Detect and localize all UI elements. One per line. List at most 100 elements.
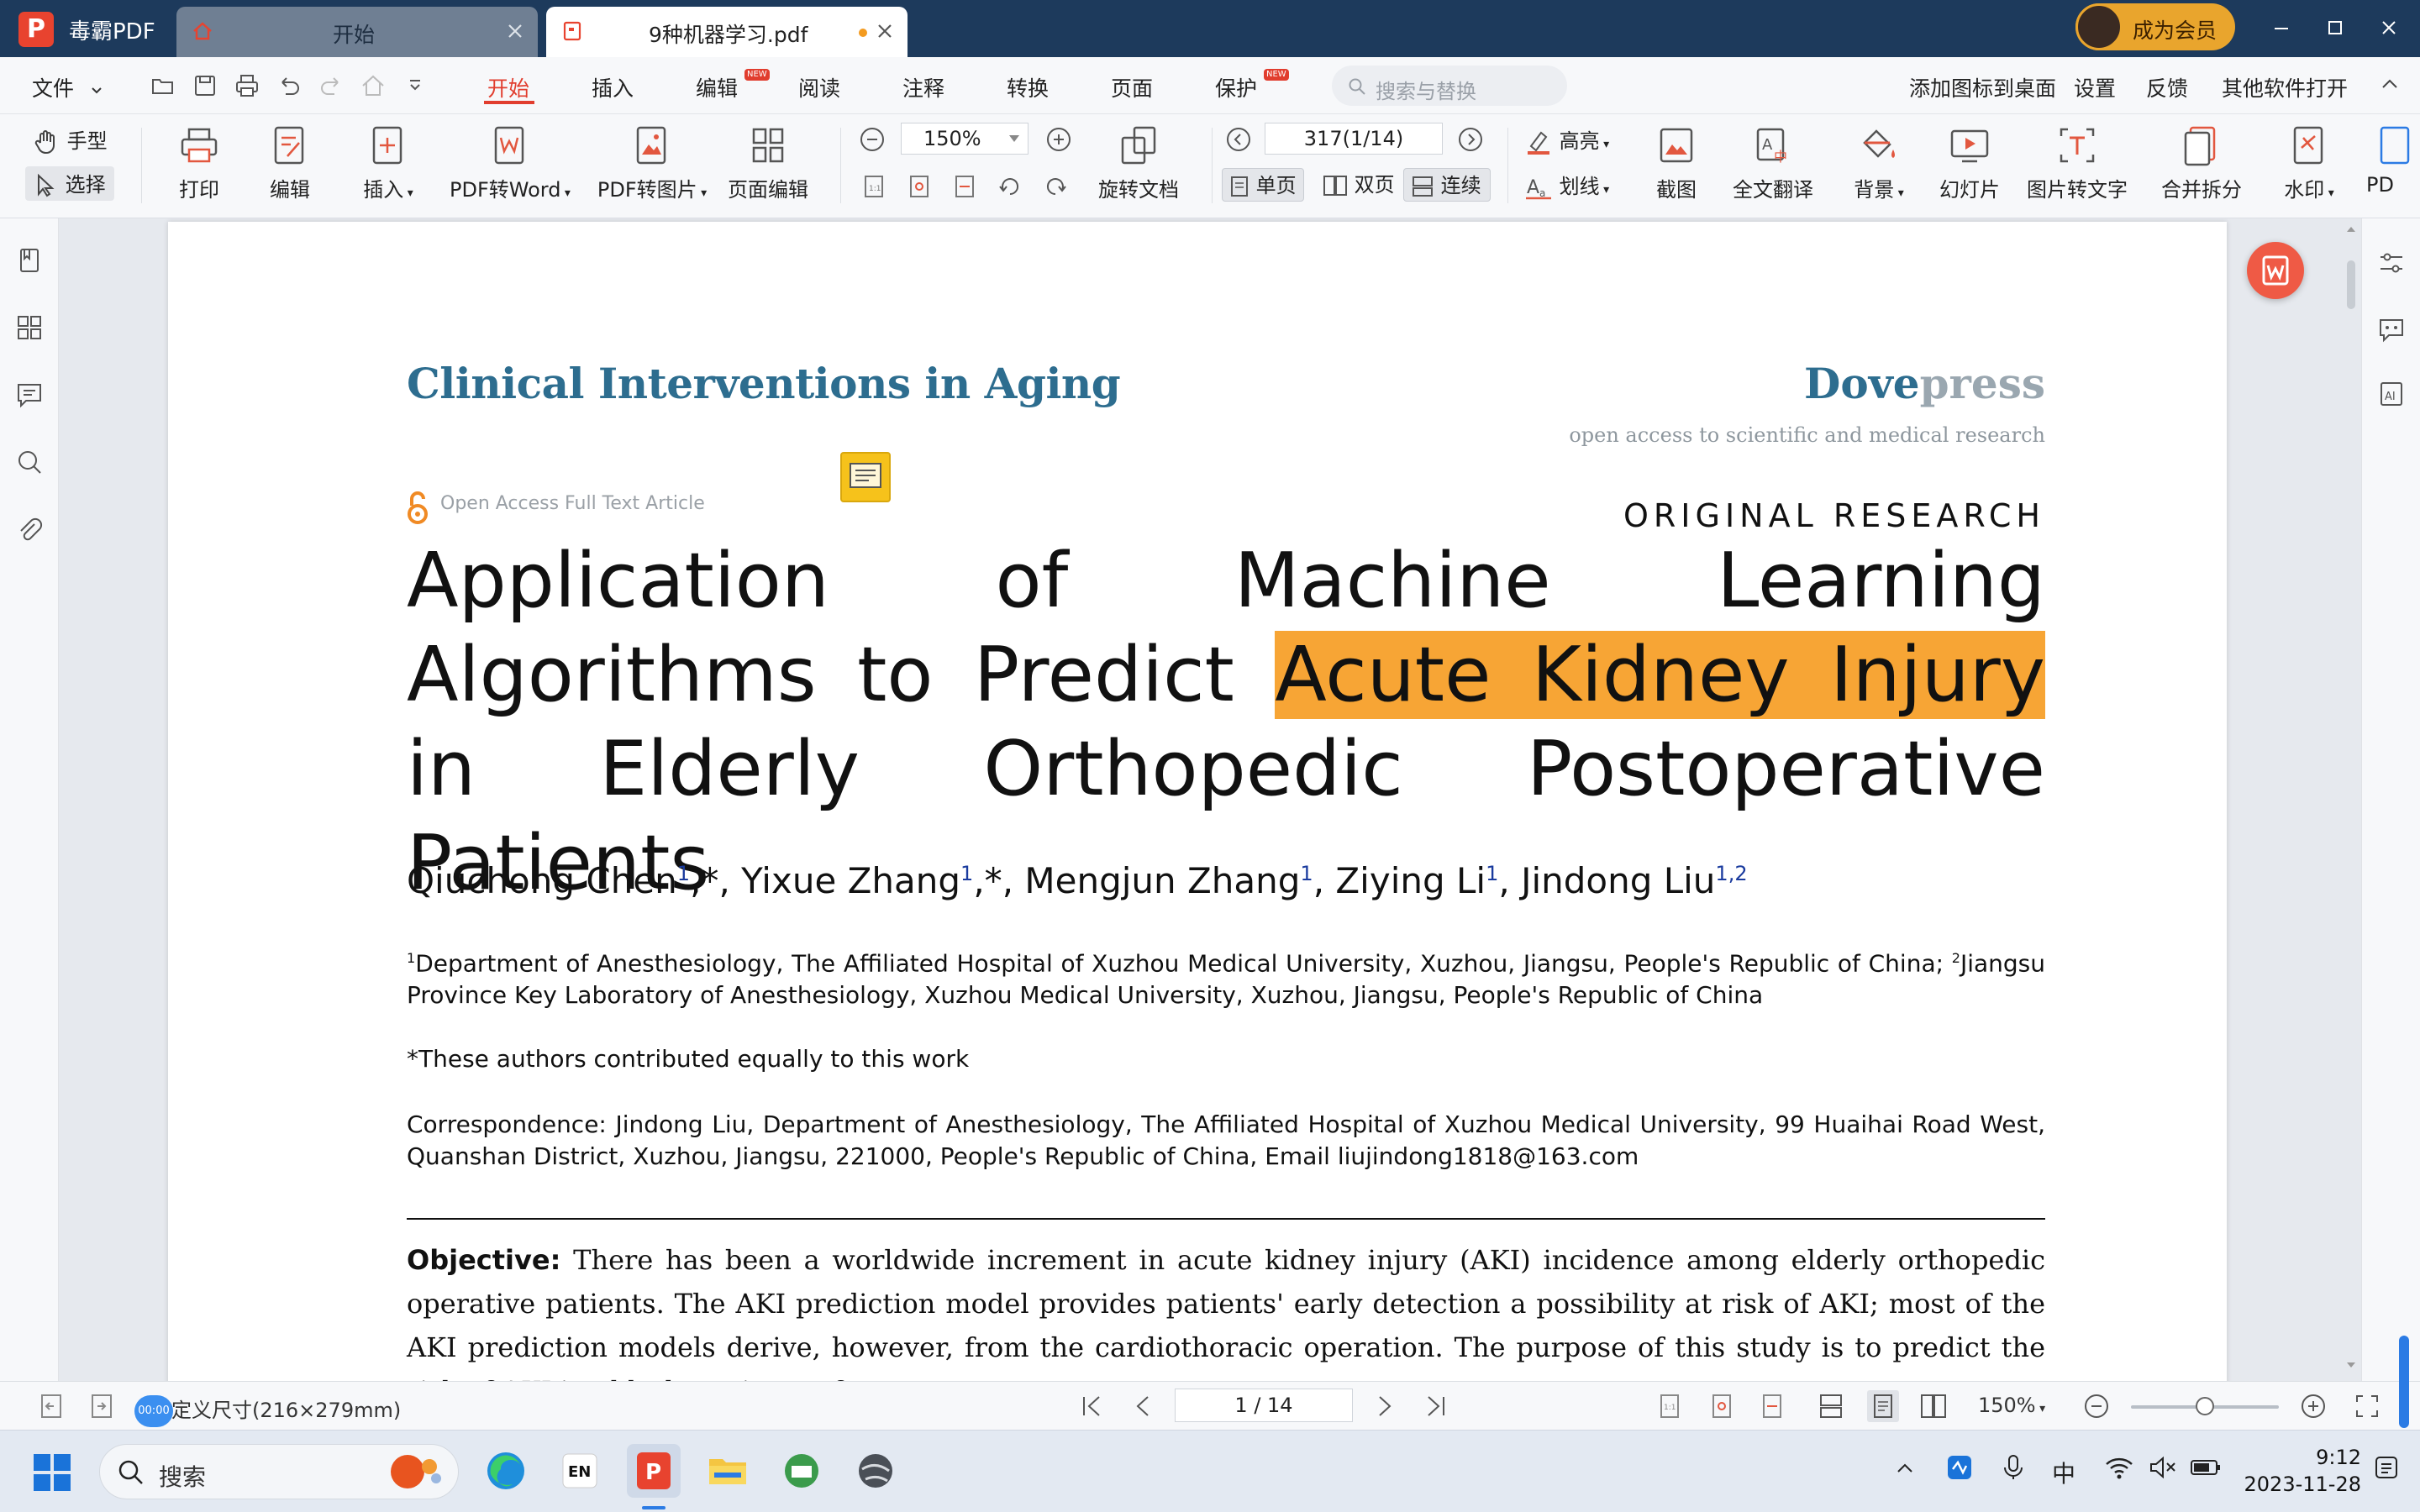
ai-icon[interactable]: AI bbox=[2377, 380, 2406, 408]
globe-app-icon[interactable] bbox=[849, 1444, 902, 1498]
sticky-note-icon[interactable] bbox=[840, 452, 891, 502]
bookmark-icon[interactable] bbox=[14, 245, 45, 276]
single-page-view-icon[interactable] bbox=[1867, 1390, 1899, 1422]
last-page-icon[interactable] bbox=[1422, 1392, 1450, 1420]
page-navigation-input[interactable]: 1 / 14 bbox=[1175, 1389, 1353, 1422]
customize-dropdown-icon[interactable] bbox=[402, 72, 429, 99]
settings-link[interactable]: 设置 bbox=[2074, 72, 2116, 102]
zoom-out-icon[interactable] bbox=[859, 126, 886, 153]
rotate-right-icon[interactable] bbox=[1042, 173, 1069, 200]
image-to-text-button[interactable]: 图片转文字 bbox=[2023, 123, 2131, 202]
highlight-tool[interactable]: 高亮 ▾ bbox=[1524, 124, 1609, 156]
comments-icon[interactable] bbox=[14, 380, 45, 410]
undo-icon[interactable] bbox=[276, 72, 302, 99]
zoom-in-icon[interactable] bbox=[2299, 1392, 2328, 1420]
double-page-view[interactable]: 双页 bbox=[1319, 168, 1397, 202]
strikethrough-tool[interactable]: Aa 划线 ▾ bbox=[1524, 170, 1609, 202]
pdf-app-taskbar-icon[interactable]: P bbox=[627, 1444, 681, 1498]
menu-insert[interactable]: 插入 bbox=[592, 72, 634, 102]
microphone-icon[interactable] bbox=[2000, 1452, 2027, 1483]
menu-edit[interactable]: 编辑 bbox=[696, 72, 738, 102]
previous-page-icon[interactable] bbox=[1129, 1392, 1158, 1420]
search-replace-input[interactable]: 搜索与替换 bbox=[1332, 66, 1567, 106]
double-page-view-icon[interactable] bbox=[1919, 1392, 1948, 1420]
ime-mode[interactable]: 中 bbox=[2052, 1456, 2075, 1489]
home-icon[interactable] bbox=[360, 72, 387, 99]
next-view-icon[interactable] bbox=[87, 1392, 116, 1420]
maximize-icon[interactable] bbox=[2323, 15, 2348, 40]
print-icon[interactable] bbox=[234, 72, 260, 99]
merge-split-button[interactable]: 合并拆分 bbox=[2158, 123, 2245, 202]
fit-page-icon[interactable] bbox=[1707, 1392, 1736, 1420]
continuous-view[interactable]: 连续 bbox=[1403, 168, 1491, 202]
menu-convert[interactable]: 转换 bbox=[1007, 72, 1049, 102]
thumbnails-icon[interactable] bbox=[14, 312, 45, 343]
open-with-other-link[interactable]: 其他软件打开 bbox=[2222, 72, 2348, 102]
page-number-input[interactable]: 317(1/14) bbox=[1265, 123, 1443, 155]
taskbar-search[interactable]: 搜索 bbox=[99, 1444, 459, 1499]
next-page-icon[interactable] bbox=[1370, 1392, 1398, 1420]
background-button[interactable]: 背景 ▾ bbox=[1845, 123, 1912, 202]
fit-width-icon[interactable] bbox=[1758, 1392, 1786, 1420]
insert-button[interactable]: 插入 ▾ bbox=[356, 123, 420, 202]
tab-document[interactable]: 9种机器学习.pdf bbox=[546, 7, 908, 57]
open-icon[interactable] bbox=[150, 72, 176, 99]
become-member-button[interactable]: 成为会员 bbox=[2075, 3, 2235, 50]
attachment-icon[interactable] bbox=[14, 514, 45, 544]
wifi-icon[interactable] bbox=[2104, 1454, 2134, 1481]
green-app-icon[interactable] bbox=[775, 1444, 829, 1498]
hand-tool[interactable]: 手型 bbox=[32, 124, 108, 156]
scroll-down-icon[interactable] bbox=[2346, 1361, 2356, 1369]
tab-start[interactable]: 开始 bbox=[176, 7, 538, 57]
rotate-document-button[interactable]: 旋转文档 bbox=[1092, 123, 1185, 202]
highlighted-text[interactable]: Acute Kidney Injury bbox=[1275, 631, 2045, 719]
notification-icon[interactable] bbox=[2371, 1452, 2402, 1483]
add-desktop-icon-link[interactable]: 添加图标到桌面 bbox=[1909, 72, 2056, 102]
properties-sliders-icon[interactable] bbox=[2377, 249, 2406, 277]
select-tool[interactable]: 选择 bbox=[25, 166, 114, 201]
close-icon[interactable] bbox=[872, 18, 897, 44]
menu-start[interactable]: 开始 bbox=[487, 72, 529, 102]
slideshow-button[interactable]: 幻灯片 bbox=[1938, 123, 2002, 202]
next-page-icon[interactable] bbox=[1457, 126, 1484, 153]
feedback-link[interactable]: 反馈 bbox=[2146, 72, 2188, 102]
pdf-to-word-button[interactable]: PDF转Word ▾ bbox=[447, 123, 573, 202]
save-icon[interactable] bbox=[192, 72, 218, 99]
fit-width-icon[interactable] bbox=[951, 173, 978, 200]
vertical-scrollbar[interactable] bbox=[2341, 218, 2361, 1381]
fullscreen-icon[interactable] bbox=[2353, 1392, 2381, 1420]
zoom-select[interactable]: 150% bbox=[901, 123, 1028, 155]
print-button[interactable]: 打印 bbox=[171, 123, 227, 202]
fit-page-icon[interactable] bbox=[906, 173, 933, 200]
menu-protect[interactable]: 保护 bbox=[1215, 72, 1257, 102]
scroll-up-icon[interactable] bbox=[2346, 225, 2356, 234]
more-tools-button[interactable]: PD bbox=[2366, 123, 2417, 197]
continuous-view-icon[interactable] bbox=[1817, 1392, 1845, 1420]
zoom-in-icon[interactable] bbox=[1045, 126, 1072, 153]
windows-start-icon[interactable] bbox=[32, 1452, 72, 1493]
file-explorer-icon[interactable] bbox=[701, 1444, 755, 1498]
collapse-ribbon-icon[interactable] bbox=[2378, 72, 2402, 96]
chat-assistant-icon[interactable] bbox=[2377, 316, 2406, 344]
minimize-icon[interactable] bbox=[2269, 15, 2294, 40]
zoom-out-icon[interactable] bbox=[2082, 1392, 2111, 1420]
edit-button[interactable]: 编辑 bbox=[262, 123, 318, 202]
floating-convert-button[interactable] bbox=[2247, 242, 2304, 299]
search-icon[interactable] bbox=[14, 447, 45, 477]
previous-view-icon[interactable] bbox=[37, 1392, 66, 1420]
speaker-muted-icon[interactable] bbox=[2148, 1454, 2178, 1481]
previous-page-icon[interactable] bbox=[1225, 126, 1252, 153]
actual-size-icon[interactable]: 1:1 bbox=[1655, 1392, 1684, 1420]
document-viewport[interactable]: Clinical Interventions in Aging Dovepres… bbox=[59, 218, 2361, 1381]
zoom-level-select[interactable]: 150% ▾ bbox=[1978, 1394, 2045, 1417]
pdf-to-image-button[interactable]: PDF转图片 ▾ bbox=[595, 123, 709, 202]
page-edit-button[interactable]: 页面编辑 bbox=[724, 123, 812, 202]
rotate-left-icon[interactable] bbox=[997, 173, 1023, 200]
system-clock[interactable]: 9:12 2023-11-28 bbox=[2244, 1444, 2361, 1498]
file-menu[interactable]: 文件 bbox=[32, 72, 104, 102]
screenshot-button[interactable]: 截图 bbox=[1649, 123, 1704, 202]
watermark-button[interactable]: 水印 ▾ bbox=[2275, 123, 2343, 202]
single-page-view[interactable]: 单页 bbox=[1222, 168, 1304, 202]
window-close-icon[interactable] bbox=[2376, 15, 2402, 40]
zoom-slider-knob[interactable] bbox=[2196, 1397, 2214, 1415]
